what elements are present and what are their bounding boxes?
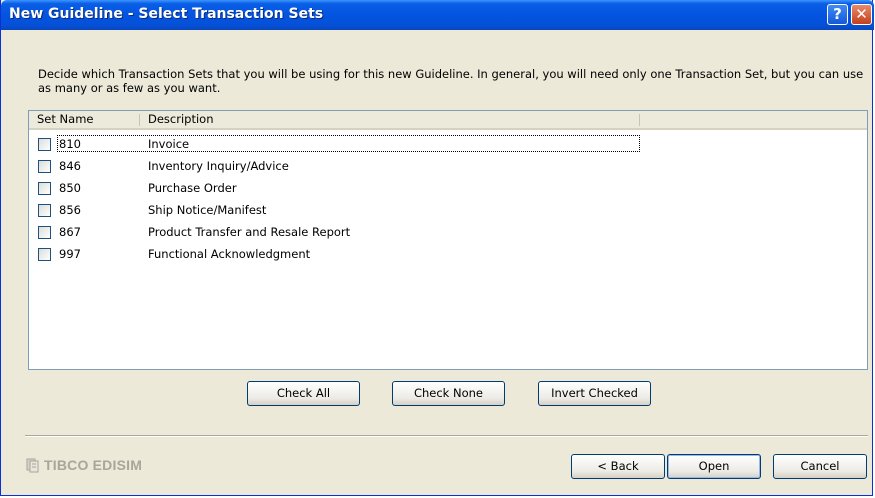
window-title: New Guideline - Select Transaction Sets xyxy=(9,6,324,22)
row-checkbox[interactable] xyxy=(38,204,51,217)
column-divider[interactable] xyxy=(639,114,640,126)
set-name-cell: 856 xyxy=(59,203,81,217)
set-name-cell: 867 xyxy=(59,225,81,239)
list-item[interactable]: 846 Inventory Inquiry/Advice xyxy=(29,156,867,176)
list-item[interactable]: 850 Purchase Order xyxy=(29,178,867,198)
list-item[interactable]: 856 Ship Notice/Manifest xyxy=(29,200,867,220)
focus-rectangle xyxy=(57,135,640,152)
brand-name: TIBCO EDISIM xyxy=(44,457,143,473)
row-checkbox[interactable] xyxy=(38,248,51,261)
list-item[interactable]: 810 Invoice xyxy=(29,134,867,154)
open-button[interactable]: Open xyxy=(667,454,761,479)
list-item[interactable]: 867 Product Transfer and Resale Report xyxy=(29,222,867,242)
transaction-set-list[interactable]: Set Name Description 810 Invoice 846 Inv… xyxy=(28,110,868,370)
description-cell: Ship Notice/Manifest xyxy=(148,203,267,217)
footer-separator xyxy=(25,435,868,437)
description-cell: Purchase Order xyxy=(148,181,237,195)
list-header: Set Name Description xyxy=(29,111,867,130)
column-header-description[interactable]: Description xyxy=(140,111,640,128)
description-cell: Functional Acknowledgment xyxy=(148,247,311,261)
help-button[interactable]: ? xyxy=(827,4,848,25)
row-checkbox[interactable] xyxy=(38,226,51,239)
set-name-cell: 850 xyxy=(59,181,81,195)
row-checkbox[interactable] xyxy=(38,182,51,195)
list-item[interactable]: 997 Functional Acknowledgment xyxy=(29,244,867,264)
close-button[interactable]: ✕ xyxy=(851,4,872,25)
set-name-cell: 997 xyxy=(59,247,81,261)
description-cell: Product Transfer and Resale Report xyxy=(148,225,351,239)
cancel-button[interactable]: Cancel xyxy=(773,454,867,479)
title-bar[interactable]: New Guideline - Select Transaction Sets … xyxy=(1,0,874,30)
check-none-button[interactable]: Check None xyxy=(392,381,505,406)
column-header-set-name[interactable]: Set Name xyxy=(29,111,140,128)
set-name-cell: 846 xyxy=(59,159,81,173)
edisim-logo-icon xyxy=(26,458,39,473)
invert-checked-button[interactable]: Invert Checked xyxy=(538,381,651,406)
dialog-window: New Guideline - Select Transaction Sets … xyxy=(0,0,874,496)
row-checkbox[interactable] xyxy=(38,160,51,173)
description-cell: Inventory Inquiry/Advice xyxy=(148,159,289,173)
instruction-text: Decide which Transaction Sets that you w… xyxy=(38,67,864,95)
back-button[interactable]: < Back xyxy=(571,454,665,479)
check-all-button[interactable]: Check All xyxy=(247,381,360,406)
row-checkbox[interactable] xyxy=(38,138,51,151)
